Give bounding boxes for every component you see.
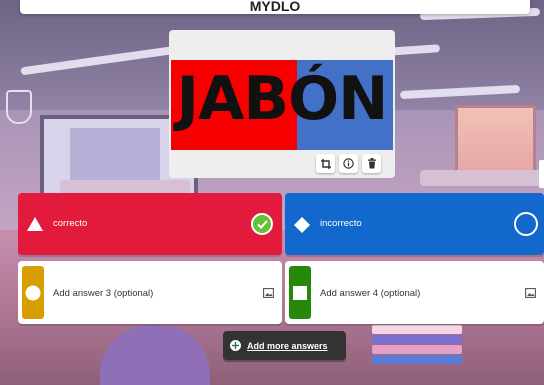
crop-icon [320,158,331,169]
answer-4-shape-tab [289,266,311,319]
image-icon[interactable] [263,288,274,298]
question-image: JABÓN [171,60,393,150]
answer-3-input[interactable]: Add answer 3 (optional) [53,288,153,299]
answer-1-text[interactable]: correcto [53,218,87,229]
answer-1[interactable]: correcto [18,193,282,255]
correct-answer-toggle[interactable] [514,212,538,236]
crop-button[interactable] [316,154,335,173]
info-button[interactable] [339,154,358,173]
question-media: JABÓN [169,30,395,178]
media-toolbar [316,154,381,173]
diamond-icon [294,217,310,233]
add-more-answers-button[interactable]: Add more answers [223,331,346,360]
delete-button[interactable] [362,154,381,173]
question-title: MYDLO [249,0,301,14]
info-icon [343,158,354,169]
correct-answer-toggle[interactable] [251,213,273,235]
add-more-answers-label: Add more answers [247,340,328,351]
triangle-icon [27,217,43,231]
answer-2-text[interactable]: incorrecto [320,218,362,229]
answer-4[interactable]: Add answer 4 (optional) [285,261,544,324]
plus-icon [230,340,241,351]
check-icon [256,219,268,229]
question-image-text: JABÓN [176,64,389,134]
question-title-field[interactable]: MYDLO [20,0,530,14]
image-icon[interactable] [525,288,536,298]
circle-icon [25,285,41,301]
answer-2[interactable]: incorrecto [285,193,544,255]
trash-icon [367,158,376,169]
answer-4-input[interactable]: Add answer 4 (optional) [320,288,420,299]
square-icon [293,286,307,300]
answer-3[interactable]: Add answer 3 (optional) [18,261,282,324]
answer-3-shape-tab [22,266,44,319]
side-panel-handle[interactable] [539,160,544,188]
